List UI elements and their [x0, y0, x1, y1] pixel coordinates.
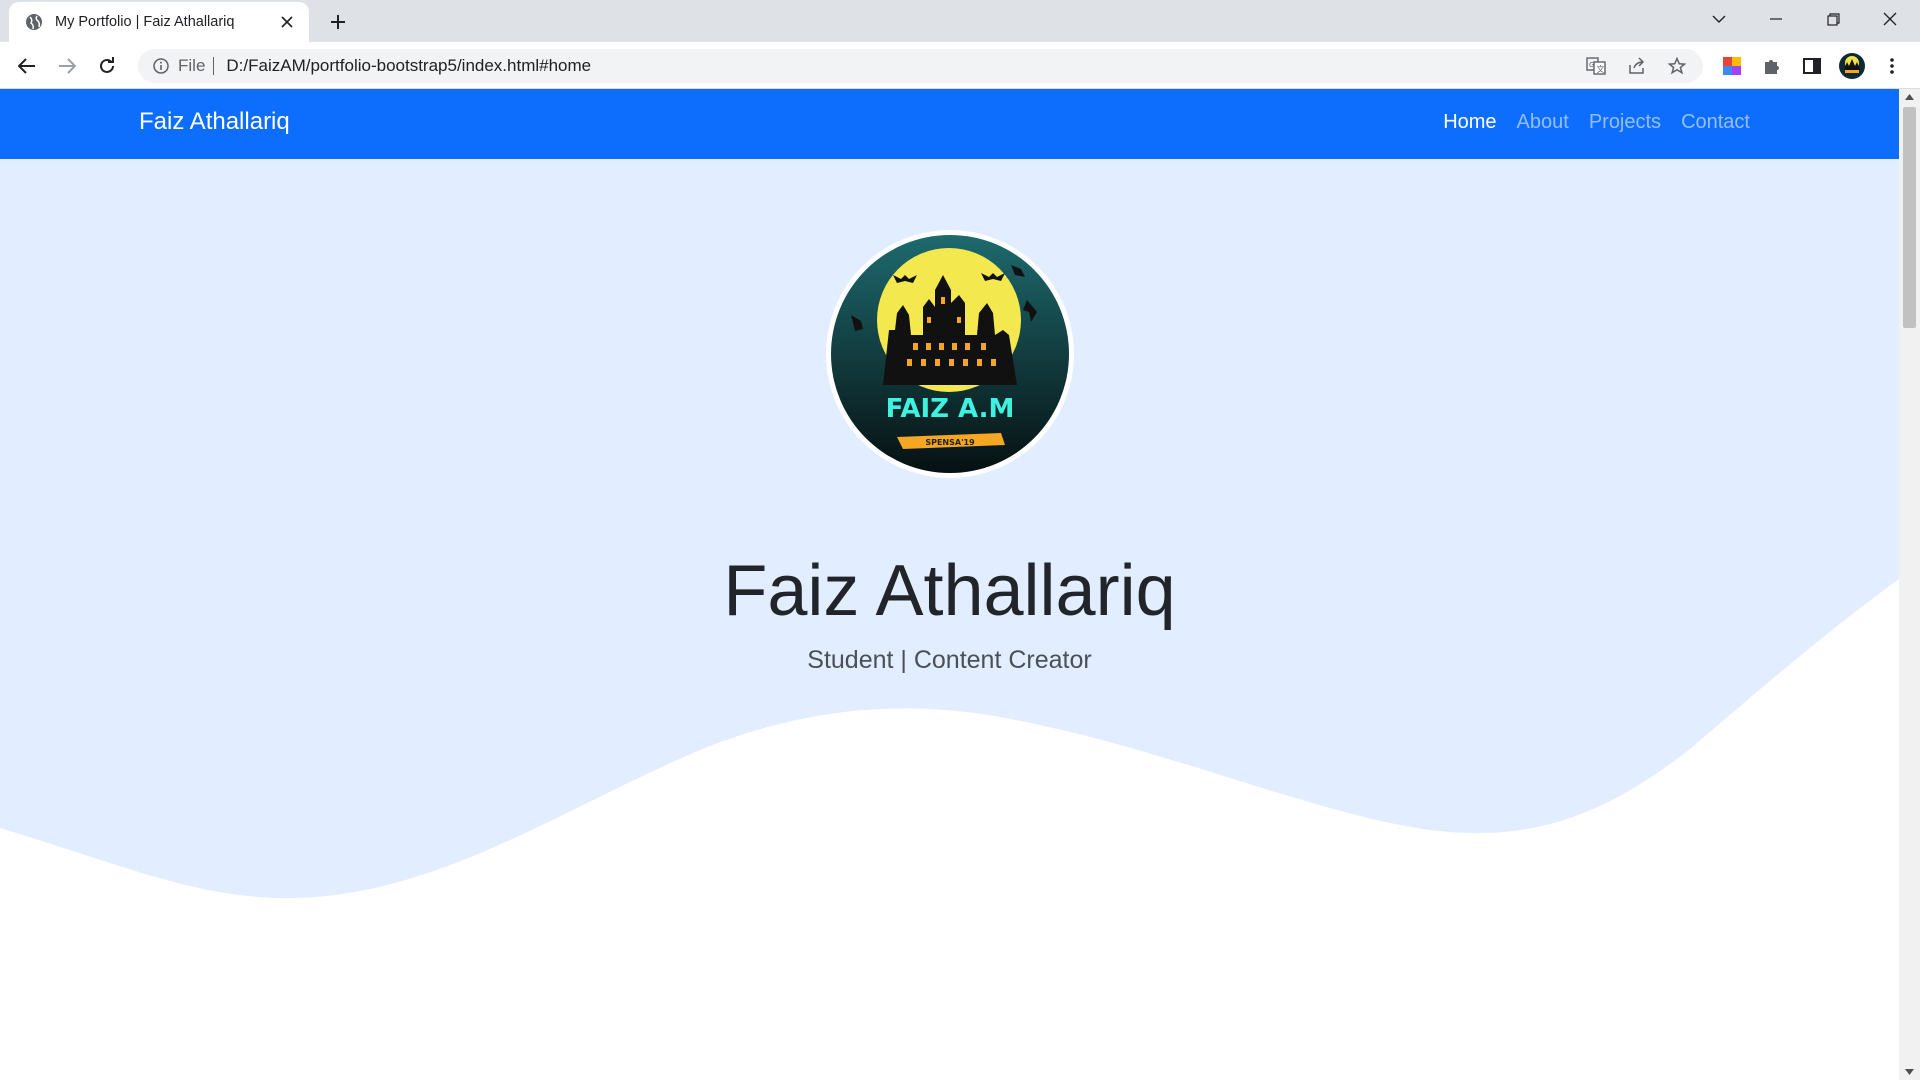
svg-text:文: 文 [1597, 64, 1605, 74]
puzzle-icon[interactable] [1756, 50, 1788, 82]
address-bar[interactable]: File D:/FaizAM/portfolio-bootstrap5/inde… [138, 49, 1703, 83]
profile-avatar: FAIZ A.M SPENSA'19 [826, 230, 1074, 478]
page-scrollbar[interactable] [1899, 89, 1920, 1080]
browser-toolbar: File D:/FaizAM/portfolio-bootstrap5/inde… [0, 42, 1920, 89]
back-icon[interactable] [11, 50, 43, 82]
url-text[interactable]: D:/FaizAM/portfolio-bootstrap5/index.htm… [226, 56, 591, 76]
nav-link-about[interactable]: About [1517, 111, 1569, 134]
navbar-brand[interactable]: Faiz Athallariq [139, 108, 290, 136]
nav-link-projects[interactable]: Projects [1589, 111, 1661, 134]
nav-link-home[interactable]: Home [1443, 111, 1496, 134]
scrollbar-thumb[interactable] [1903, 107, 1916, 328]
extension-color-icon[interactable] [1716, 50, 1748, 82]
window-close-icon[interactable] [1862, 0, 1918, 38]
logo-text: FAIZ A.M [886, 394, 1015, 424]
tab-title: My Portfolio | Faiz Athallariq [55, 14, 235, 30]
globe-icon [25, 13, 43, 31]
page-viewport: Faiz Athallariq Home About Projects Cont… [0, 89, 1899, 1080]
star-icon[interactable] [1663, 53, 1691, 79]
chevron-down-icon[interactable] [1691, 0, 1747, 38]
hero-section: FAIZ A.M SPENSA'19 Faiz Athallariq Stude… [0, 159, 1899, 1080]
hero-name: Faiz Athallariq [723, 551, 1176, 631]
plus-icon[interactable] [324, 10, 352, 34]
site-navbar: Faiz Athallariq Home About Projects Cont… [0, 89, 1899, 159]
nav-link-contact[interactable]: Contact [1681, 111, 1750, 134]
minimize-icon[interactable] [1748, 0, 1804, 38]
logo-banner: SPENSA'19 [925, 438, 975, 447]
forward-icon[interactable] [51, 50, 83, 82]
restore-icon[interactable] [1805, 0, 1861, 38]
kebab-menu-icon[interactable] [1876, 50, 1908, 82]
translate-icon[interactable]: 文G [1582, 53, 1610, 79]
scroll-down-icon[interactable] [1904, 1067, 1915, 1077]
info-icon[interactable] [152, 57, 170, 75]
browser-tab[interactable]: My Portfolio | Faiz Athallariq [9, 2, 309, 42]
close-icon[interactable] [277, 12, 297, 32]
scroll-up-icon[interactable] [1904, 92, 1915, 102]
scheme-label: File [178, 56, 206, 75]
profile-avatar-icon[interactable] [1836, 50, 1868, 82]
nav-links: Home About Projects Contact [1443, 111, 1750, 134]
reload-icon[interactable] [91, 50, 123, 82]
hero-subtitle: Student | Content Creator [807, 646, 1092, 674]
browser-tab-strip: My Portfolio | Faiz Athallariq [0, 0, 1920, 42]
share-icon[interactable] [1623, 53, 1651, 79]
logo-image: FAIZ A.M SPENSA'19 [831, 235, 1069, 473]
omnibox-separator [213, 57, 215, 75]
svg-text:G: G [1589, 61, 1594, 69]
side-panel-icon[interactable] [1796, 50, 1828, 82]
